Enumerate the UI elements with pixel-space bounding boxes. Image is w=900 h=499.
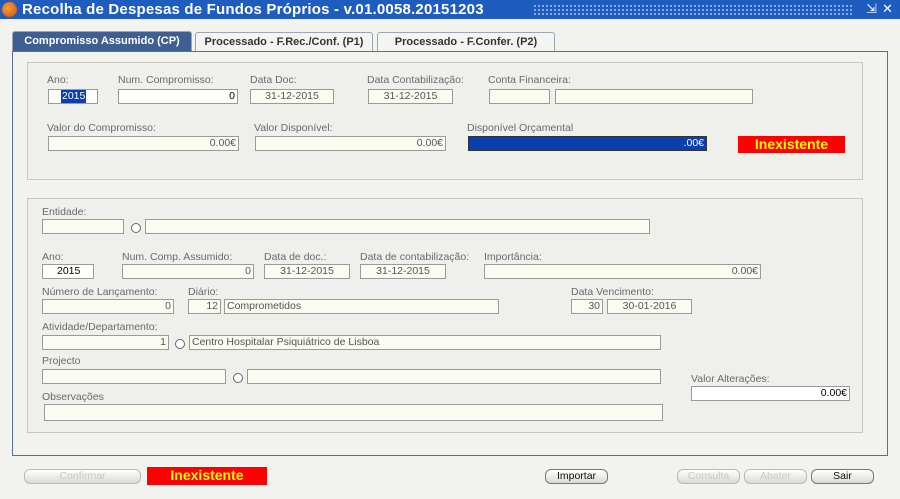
data-doc-label: Data Doc: bbox=[250, 74, 297, 86]
projecto-lookup-radio[interactable] bbox=[233, 373, 243, 383]
data-doc-field[interactable]: 31-12-2015 bbox=[250, 89, 334, 104]
entidade-lookup-radio[interactable] bbox=[131, 223, 141, 233]
num-compromisso-label: Num. Compromisso: bbox=[118, 74, 214, 86]
conta-financeira-desc-field[interactable] bbox=[555, 89, 753, 104]
valor-disponivel-field[interactable]: 0.00€ bbox=[255, 136, 446, 151]
consulta-button[interactable]: Consulta bbox=[677, 469, 740, 484]
diario-code-field[interactable]: 12 bbox=[188, 299, 221, 314]
disponivel-orcamental-field: .00€ bbox=[468, 136, 707, 151]
sair-button[interactable]: Sair bbox=[811, 469, 874, 484]
valor-alteracoes-field[interactable]: 0.00€ bbox=[691, 386, 850, 401]
ano-label: Ano: bbox=[47, 74, 69, 86]
diario-label: Diário: bbox=[188, 286, 219, 298]
conta-financeira-code-field[interactable] bbox=[489, 89, 550, 104]
data-vencimento-days-field[interactable]: 30 bbox=[571, 299, 603, 314]
num-comp-assumido-field[interactable]: 0 bbox=[122, 264, 254, 279]
importar-button[interactable]: Importar bbox=[545, 469, 608, 484]
numero-lancamento-label: Número de Lançamento: bbox=[42, 286, 158, 298]
title-bar-grip bbox=[533, 4, 853, 15]
data-de-doc-label: Data de doc.: bbox=[264, 251, 327, 263]
close-icon[interactable]: ✕ bbox=[882, 1, 893, 17]
valor-compromisso-label: Valor do Compromisso: bbox=[47, 122, 156, 134]
data-de-contabilizacao-label: Data de contabilização: bbox=[360, 251, 470, 263]
ano-field[interactable]: 2015 bbox=[48, 89, 98, 104]
data-vencimento-label: Data Vencimento: bbox=[571, 286, 654, 298]
top-status-badge: Inexistente bbox=[738, 136, 845, 153]
observacoes-field[interactable] bbox=[44, 404, 663, 421]
app-logo-icon bbox=[2, 2, 17, 17]
footer-status-badge: Inexistente bbox=[147, 467, 267, 485]
tab-processado-p2[interactable]: Processado - F.Confer. (P2) bbox=[377, 32, 555, 52]
abater-button[interactable]: Abater bbox=[744, 469, 807, 484]
atividade-code-field[interactable]: 1 bbox=[42, 335, 169, 350]
data-contabilizacao-field[interactable]: 31-12-2015 bbox=[368, 89, 453, 104]
importancia-label: Importância: bbox=[484, 251, 542, 263]
disponivel-orcamental-label: Disponível Orçamental bbox=[467, 122, 574, 134]
data-contabilizacao-label: Data Contabilização: bbox=[367, 74, 464, 86]
diario-name-field[interactable]: Comprometidos bbox=[224, 299, 499, 314]
conta-financeira-label: Conta Financeira: bbox=[488, 74, 571, 86]
data-de-doc-field[interactable]: 31-12-2015 bbox=[264, 264, 350, 279]
num-compromisso-field[interactable]: 0 bbox=[118, 89, 238, 104]
importancia-field[interactable]: 0.00€ bbox=[484, 264, 761, 279]
window-title-bar[interactable]: Recolha de Despesas de Fundos Próprios -… bbox=[0, 0, 900, 19]
restore-icon[interactable]: ⇲ bbox=[866, 1, 877, 17]
observacoes-label: Observações bbox=[42, 391, 104, 403]
data-de-contabilizacao-field[interactable]: 31-12-2015 bbox=[360, 264, 446, 279]
atividade-name-field[interactable]: Centro Hospitalar Psiquiátrico de Lisboa bbox=[189, 335, 661, 350]
ano-value: 2015 bbox=[61, 90, 87, 103]
window-title: Recolha de Despesas de Fundos Próprios -… bbox=[22, 1, 484, 18]
atividade-departamento-label: Atividade/Departamento: bbox=[42, 321, 158, 333]
data-vencimento-date-field[interactable]: 30-01-2016 bbox=[607, 299, 692, 314]
projecto-name-field[interactable] bbox=[247, 369, 661, 384]
confirmar-button[interactable]: Confirmar bbox=[24, 469, 141, 484]
valor-disponivel-label: Valor Disponível: bbox=[254, 122, 333, 134]
entidade-label: Entidade: bbox=[42, 206, 87, 218]
num-comp-assumido-label: Num. Comp. Assumido: bbox=[122, 251, 233, 263]
projecto-label: Projecto bbox=[42, 355, 81, 367]
atividade-lookup-radio[interactable] bbox=[175, 339, 185, 349]
ano-comp-field[interactable]: 2015 bbox=[42, 264, 94, 279]
valor-compromisso-field[interactable]: 0.00€ bbox=[48, 136, 239, 151]
tab-compromisso-assumido[interactable]: Compromisso Assumido (CP) bbox=[12, 31, 192, 52]
entidade-name-field[interactable] bbox=[145, 219, 650, 234]
entidade-code-field[interactable] bbox=[42, 219, 124, 234]
tab-processado-p1[interactable]: Processado - F.Rec./Conf. (P1) bbox=[195, 32, 373, 52]
numero-lancamento-field[interactable]: 0 bbox=[42, 299, 174, 314]
valor-alteracoes-label: Valor Alterações: bbox=[691, 373, 770, 385]
ano-comp-label: Ano: bbox=[42, 251, 64, 263]
projecto-code-field[interactable] bbox=[42, 369, 226, 384]
